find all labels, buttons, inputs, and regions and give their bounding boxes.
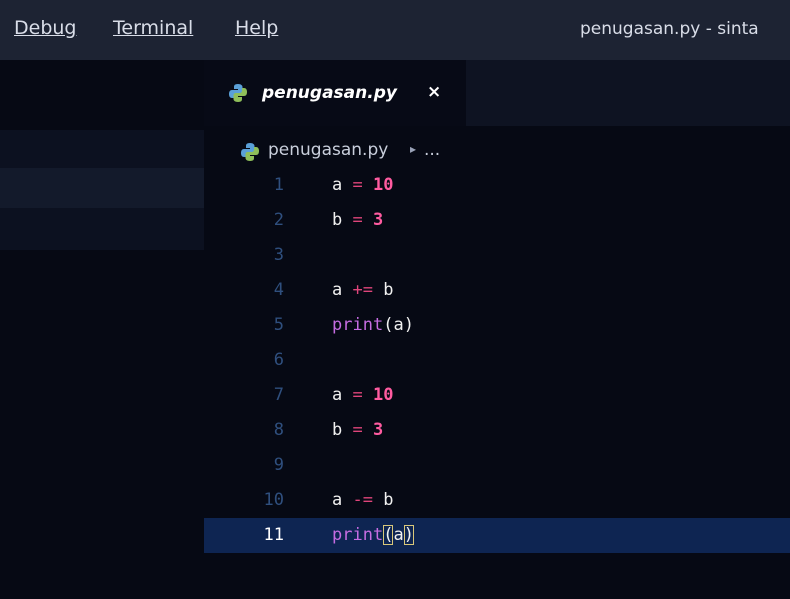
code-line[interactable]: 5 print(a)	[204, 308, 790, 343]
line-number: 10	[263, 490, 284, 510]
code-token: 10	[373, 385, 394, 405]
line-number: 2	[273, 210, 284, 230]
code-token: a	[393, 525, 404, 545]
code-token: b	[332, 420, 343, 440]
tab-label: penugasan.py	[262, 83, 397, 103]
code-line[interactable]: 2 b = 3	[204, 203, 790, 238]
menu-bar: Debug Terminal Help penugasan.py - sinta	[0, 0, 790, 60]
menu-help[interactable]: Help	[235, 17, 278, 39]
line-number: 8	[273, 420, 284, 440]
code-text: a = 10	[332, 385, 393, 405]
line-number: 6	[273, 350, 284, 370]
line-number: 5	[273, 315, 284, 335]
tab-bar: penugasan.py ×	[204, 60, 790, 126]
code-token: print	[332, 315, 384, 335]
code-token: -=	[352, 490, 373, 510]
code-token: a	[332, 280, 343, 300]
python-file-icon	[240, 142, 260, 167]
close-icon[interactable]: ×	[427, 82, 441, 102]
code-text: a = 10	[332, 175, 393, 195]
sidebar	[0, 60, 204, 599]
menu-debug[interactable]: Debug	[14, 17, 76, 39]
code-line[interactable]: 1 a = 10	[204, 168, 790, 203]
code-token: =	[352, 210, 363, 230]
line-number: 3	[273, 245, 284, 265]
code-token: 10	[373, 175, 394, 195]
breadcrumb-file[interactable]: penugasan.py	[268, 140, 388, 160]
code-line[interactable]: 11 print(a)	[204, 518, 790, 553]
code-line[interactable]: 10 a -= b	[204, 483, 790, 518]
menu-terminal[interactable]: Terminal	[113, 17, 193, 39]
code-text: a += b	[332, 280, 393, 300]
code-text: a -= b	[332, 490, 393, 510]
code-token: a	[332, 385, 343, 405]
code-line[interactable]: 8 b = 3	[204, 413, 790, 448]
python-file-icon	[228, 83, 248, 107]
code-token: (	[383, 525, 394, 545]
code-line[interactable]: 4 a += b	[204, 273, 790, 308]
code-token: =	[352, 175, 363, 195]
tab-penugasan[interactable]: penugasan.py ×	[204, 60, 466, 126]
code-token: 3	[373, 210, 384, 230]
code-line[interactable]: 7 a = 10	[204, 378, 790, 413]
code-line[interactable]: 3	[204, 238, 790, 273]
code-token: print	[332, 525, 384, 545]
code-token: =	[352, 385, 363, 405]
code-token: 3	[373, 420, 384, 440]
code-text: b = 3	[332, 420, 383, 440]
code-token: a	[332, 175, 343, 195]
code-token: (	[383, 315, 394, 335]
code-token: a	[393, 315, 404, 335]
code-text: b = 3	[332, 210, 383, 230]
sidebar-row[interactable]	[0, 130, 204, 168]
code-token: b	[383, 490, 394, 510]
window-title: penugasan.py - sinta	[580, 19, 759, 39]
code-token: b	[383, 280, 394, 300]
code-token: =	[352, 420, 363, 440]
code-token: +=	[352, 280, 373, 300]
code-line[interactable]: 6	[204, 343, 790, 378]
code-editor[interactable]: penugasan.py ▸ ... 1a = 10 2 b = 334a += b…	[204, 126, 790, 599]
line-number: 11	[263, 525, 284, 545]
code-token: a	[332, 490, 343, 510]
line-number: 1	[273, 175, 284, 195]
code-token: )	[403, 525, 414, 545]
code-text: print(a)	[332, 315, 414, 335]
sidebar-row-selected[interactable]	[0, 168, 204, 208]
breadcrumb-more[interactable]: ...	[424, 140, 440, 160]
chevron-right-icon: ▸	[410, 142, 417, 156]
code-text: print(a)	[332, 525, 414, 545]
code-line[interactable]: 9	[204, 448, 790, 483]
line-number: 4	[273, 280, 284, 300]
sidebar-row[interactable]	[0, 208, 204, 250]
line-number: 7	[273, 385, 284, 405]
code-token: )	[403, 315, 414, 335]
line-number: 9	[273, 455, 284, 475]
code-token: b	[332, 210, 343, 230]
